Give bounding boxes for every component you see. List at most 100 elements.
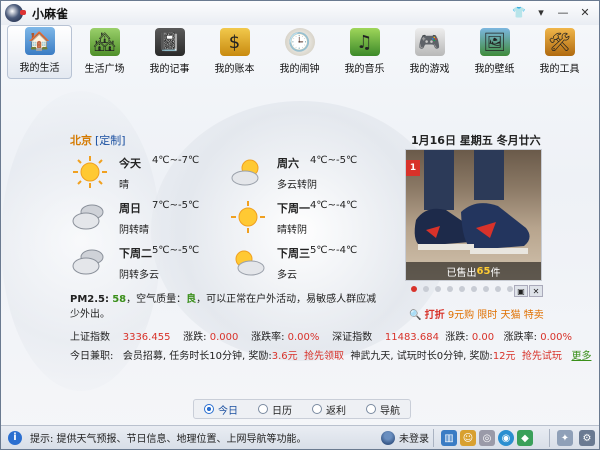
- menu-icon[interactable]: ▾: [531, 3, 551, 21]
- radio-icon: [312, 404, 322, 414]
- tool-my-tools[interactable]: 🛠 我的工具: [527, 25, 592, 79]
- village-icon: 🏘: [89, 28, 120, 56]
- pm-value: 58: [112, 294, 127, 305]
- avatar: [381, 430, 395, 445]
- house-icon: 🏠: [24, 27, 55, 55]
- ad-page-dot[interactable]: [435, 286, 441, 292]
- search-icon: 🔍: [409, 310, 422, 321]
- window-controls: 👕 ▾ — ✕: [509, 3, 595, 21]
- sh-chg: 0.000: [209, 332, 239, 343]
- weather-temp: 4℃~-7℃: [152, 155, 200, 166]
- ad-close-icon[interactable]: ✕: [529, 285, 543, 297]
- tool-life-plaza[interactable]: 🏘 生活广场: [72, 25, 137, 79]
- earn-more-link[interactable]: 更多: [571, 351, 591, 362]
- sold-suffix: 件: [490, 267, 501, 279]
- ad-page-dot[interactable]: [447, 286, 453, 292]
- air-quality-text: PM2.5: 58，空气质量：良，可以正常在户外活动，易敏感人群应减少外出。: [70, 292, 380, 322]
- close-button[interactable]: ✕: [575, 3, 595, 21]
- tab-today[interactable]: 今日: [194, 400, 248, 418]
- status-bar: i 提示: 提供天气预报、节日信息、地理位置、上网导航等功能。 未登录 ▥ ☺ …: [1, 425, 599, 449]
- earn-task: 会员招募, 任务时长10分钟, 奖励:: [122, 351, 272, 362]
- tool-my-wallpaper[interactable]: 🖼 我的壁纸: [462, 25, 527, 79]
- login-label: 未登录: [399, 434, 429, 445]
- gamepad-icon[interactable]: ◎: [479, 430, 495, 446]
- chart-icon[interactable]: ▥: [441, 430, 457, 446]
- wallpaper-icon: 🖼: [479, 28, 510, 56]
- radio-icon: [204, 404, 214, 414]
- weather-day-label: 下周二: [119, 247, 152, 260]
- tool-label: 我的记事: [149, 64, 190, 75]
- tab-label: 导航: [380, 405, 400, 417]
- notebook-icon: 📓: [154, 28, 185, 56]
- weather-temp: 4℃~-5℃: [310, 155, 358, 166]
- game-icon[interactable]: ◆: [517, 430, 533, 446]
- earn-grab-link-2[interactable]: 抢先试玩: [522, 351, 562, 362]
- tool-label: 我的音乐: [344, 64, 385, 75]
- sh-pct: 0.00%: [287, 332, 320, 343]
- radio-icon: [258, 404, 268, 414]
- earn-reward-2: 12元: [492, 351, 516, 362]
- sh-pct-label: 涨跌率:: [251, 332, 285, 343]
- tool-my-games[interactable]: 🎮 我的游戏: [397, 25, 462, 79]
- ad-page-dot[interactable]: [423, 286, 429, 292]
- sz-label: 深证指数: [332, 332, 373, 343]
- ad-expand-icon[interactable]: ▣: [514, 285, 528, 297]
- earn-reward: 3.6元: [271, 351, 298, 362]
- ad-page-dot[interactable]: [411, 286, 417, 292]
- weather-city-row: 北京 [定制]: [70, 132, 126, 148]
- tool-my-notes[interactable]: 📓 我的记事: [137, 25, 202, 79]
- tool-label: 生活广场: [84, 64, 125, 75]
- login-button[interactable]: 未登录: [381, 430, 429, 445]
- people-icon[interactable]: ☺: [460, 430, 476, 446]
- app-window: 小麻雀 👕 ▾ — ✕ 🏠 我的生活 🏘 生活广场 📓 我的记事 $ 我的账本 …: [0, 0, 600, 450]
- weather-day-5: 下周三 5℃~-4℃ 多云: [230, 243, 390, 287]
- settings-icon[interactable]: ✦: [557, 430, 573, 446]
- ad-page-dot[interactable]: [483, 286, 489, 292]
- app-logo-icon: [5, 4, 26, 22]
- sz-value: 11483.684: [384, 332, 439, 343]
- weather-temp: 5℃~-4℃: [310, 245, 358, 256]
- weather-condition: 多云: [277, 270, 297, 281]
- ad-sold-bar: 已售出 65 件: [406, 262, 541, 280]
- ad-page-dot[interactable]: [459, 286, 465, 292]
- tool-my-alarm[interactable]: 🕒 我的闹钟: [267, 25, 332, 79]
- gear-icon[interactable]: ⚙: [579, 430, 595, 446]
- skin-icon[interactable]: 👕: [509, 3, 529, 21]
- earn-grab-link[interactable]: 抢先领取: [304, 351, 344, 362]
- tool-my-life[interactable]: 🏠 我的生活: [7, 25, 72, 79]
- ad-page-dot[interactable]: [471, 286, 477, 292]
- tab-label: 返利: [326, 405, 346, 417]
- weather-day-3: 下周一 4℃~-4℃ 晴转阴: [230, 198, 390, 242]
- promo-link[interactable]: 🔍 打折 9元购 限时 天猫 特卖: [409, 306, 544, 321]
- main-toolbar: 🏠 我的生活 🏘 生活广场 📓 我的记事 $ 我的账本 🕒 我的闹钟 ♫ 我的音…: [1, 25, 599, 81]
- status-tip: 提示: 提供天气预报、节日信息、地理位置、上网导航等功能。: [30, 434, 307, 445]
- weather-condition: 多云转阴: [277, 180, 317, 191]
- promo-text: 9元购 限时 天猫 特卖: [444, 310, 544, 321]
- tab-navigation[interactable]: 导航: [356, 400, 410, 418]
- ad-banner[interactable]: 1 已售出 65 件: [405, 149, 542, 281]
- radio-icon: [366, 404, 376, 414]
- divider: [549, 429, 550, 447]
- globe-icon[interactable]: ◉: [498, 430, 514, 446]
- ad-page-dot[interactable]: [495, 286, 501, 292]
- weather-day-label: 下周三: [277, 247, 310, 260]
- tab-label: 今日: [218, 405, 238, 417]
- sold-count: 65: [476, 265, 491, 277]
- sh-value: 3336.455: [122, 332, 171, 343]
- tab-calendar[interactable]: 日历: [248, 400, 302, 418]
- weather-condition: 晴转阴: [277, 225, 307, 236]
- tool-my-music[interactable]: ♫ 我的音乐: [332, 25, 397, 79]
- minimize-button[interactable]: —: [553, 3, 573, 21]
- title-bar: 小麻雀 👕 ▾ — ✕: [1, 1, 599, 25]
- tool-my-ledger[interactable]: $ 我的账本: [202, 25, 267, 79]
- bottom-tabs: 今日 日历 返利 导航: [193, 399, 411, 419]
- tool-label: 我的工具: [539, 64, 580, 75]
- customize-link[interactable]: [定制]: [95, 134, 126, 147]
- weather-condition: 晴: [119, 180, 129, 191]
- weather-condition: 阴转晴: [119, 225, 149, 236]
- earn-task-2: 神武九天, 试玩时长0分钟, 奖励:: [350, 351, 493, 362]
- pm-label: PM2.5:: [70, 294, 109, 305]
- weather-day-4: 下周二 5℃~-5℃ 阴转多云: [72, 243, 232, 287]
- tab-rebate[interactable]: 返利: [302, 400, 356, 418]
- ad-page-dot[interactable]: [507, 286, 513, 292]
